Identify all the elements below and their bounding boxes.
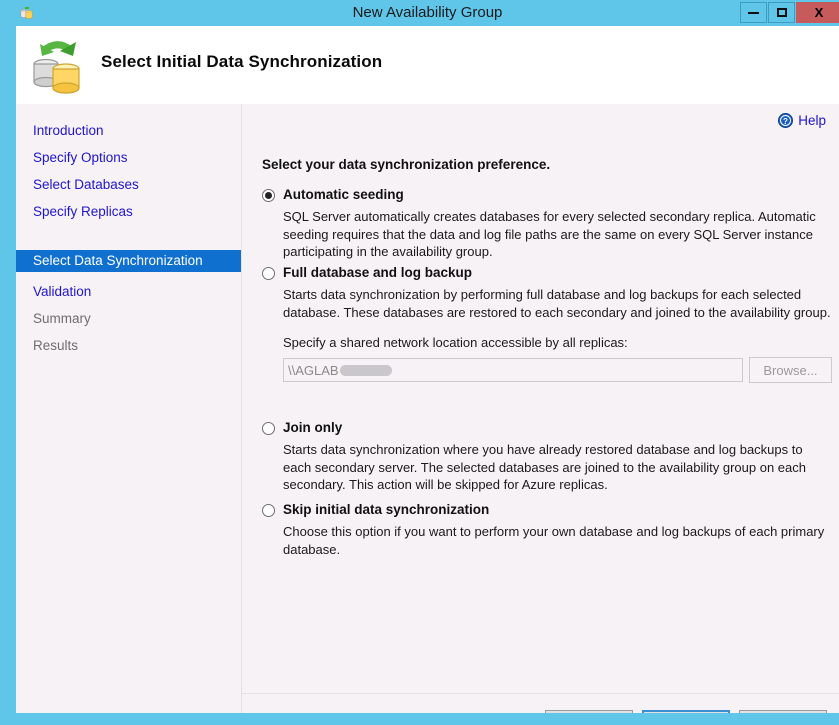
option-label: Join only <box>283 420 342 436</box>
option-full-database-and-log-backup[interactable]: Full database and log backup Starts data… <box>262 265 832 383</box>
option-label: Skip initial data synchronization <box>283 502 489 518</box>
option-description: Choose this option if you want to perfor… <box>283 523 831 558</box>
client-area: Select Initial Data Synchronization Intr… <box>16 26 839 713</box>
option-label: Full database and log backup <box>283 265 472 281</box>
option-header[interactable]: Join only <box>262 420 832 436</box>
radio-full-database-and-log-backup[interactable] <box>262 267 275 280</box>
option-header[interactable]: Skip initial data synchronization <box>262 502 832 518</box>
option-header[interactable]: Full database and log backup <box>262 265 832 281</box>
option-label: Automatic seeding <box>283 187 404 203</box>
data-sync-databases-icon <box>26 34 88 96</box>
sidebar-item-select-data-synchronization[interactable]: Select Data Synchronization <box>16 250 241 272</box>
cancel-button[interactable]: Cancel <box>739 710 827 713</box>
sidebar-item-results: Results <box>16 335 241 357</box>
title-bar: New Availability Group X <box>8 0 839 26</box>
maximize-button[interactable] <box>768 2 795 23</box>
sidebar-item-specify-options[interactable]: Specify Options <box>16 147 241 169</box>
browse-button[interactable]: Browse... <box>749 357 832 383</box>
window-title: New Availability Group <box>8 0 839 26</box>
option-header[interactable]: Automatic seeding <box>262 187 832 203</box>
radio-join-only[interactable] <box>262 422 275 435</box>
sidebar-item-summary: Summary <box>16 308 241 330</box>
sidebar-item-introduction[interactable]: Introduction <box>16 120 241 142</box>
new-availability-group-window: New Availability Group X <box>0 0 839 725</box>
page-header: Select Initial Data Synchronization <box>16 26 839 104</box>
footer-bar: < Previous Next > Cancel <box>242 694 839 713</box>
help-link[interactable]: ? Help <box>778 113 826 128</box>
shared-network-location-row: \\AGLAB Browse... <box>283 357 832 383</box>
option-join-only[interactable]: Join only Starts data synchronization wh… <box>262 420 832 494</box>
shared-network-location-value: \\AGLAB <box>288 363 339 378</box>
wizard-sidebar: Introduction Specify Options Select Data… <box>16 104 241 713</box>
help-circle-icon: ? <box>778 113 793 128</box>
option-skip-initial-data-synchronization[interactable]: Skip initial data synchronization Choose… <box>262 502 832 558</box>
next-button[interactable]: Next > <box>642 710 730 713</box>
option-description: SQL Server automatically creates databas… <box>283 208 831 261</box>
minimize-icon <box>748 12 759 14</box>
sidebar-item-validation[interactable]: Validation <box>16 281 241 303</box>
option-automatic-seeding[interactable]: Automatic seeding SQL Server automatical… <box>262 187 832 261</box>
svg-text:?: ? <box>783 117 788 126</box>
radio-skip-initial-data-synchronization[interactable] <box>262 504 275 517</box>
option-description: Starts data synchronization where you ha… <box>283 441 831 494</box>
instruction-text: Select your data synchronization prefere… <box>262 157 550 172</box>
wizard-buttons: < Previous Next > Cancel <box>545 710 827 713</box>
maximize-icon <box>777 8 787 17</box>
redaction-block <box>340 365 392 376</box>
previous-button[interactable]: < Previous <box>545 710 633 713</box>
shared-network-location-label: Specify a shared network location access… <box>283 335 832 350</box>
sidebar-item-specify-replicas[interactable]: Specify Replicas <box>16 201 241 223</box>
window-controls: X <box>739 2 839 23</box>
radio-automatic-seeding[interactable] <box>262 189 275 202</box>
page-title: Select Initial Data Synchronization <box>101 52 382 72</box>
content-pane: ? Help Select your data synchronization … <box>242 104 839 713</box>
minimize-button[interactable] <box>740 2 767 23</box>
sidebar-item-select-databases[interactable]: Select Databases <box>16 174 241 196</box>
shared-network-location-input[interactable]: \\AGLAB <box>283 358 743 382</box>
option-description: Starts data synchronization by performin… <box>283 286 831 321</box>
help-label: Help <box>798 113 826 128</box>
close-button[interactable]: X <box>796 2 839 23</box>
